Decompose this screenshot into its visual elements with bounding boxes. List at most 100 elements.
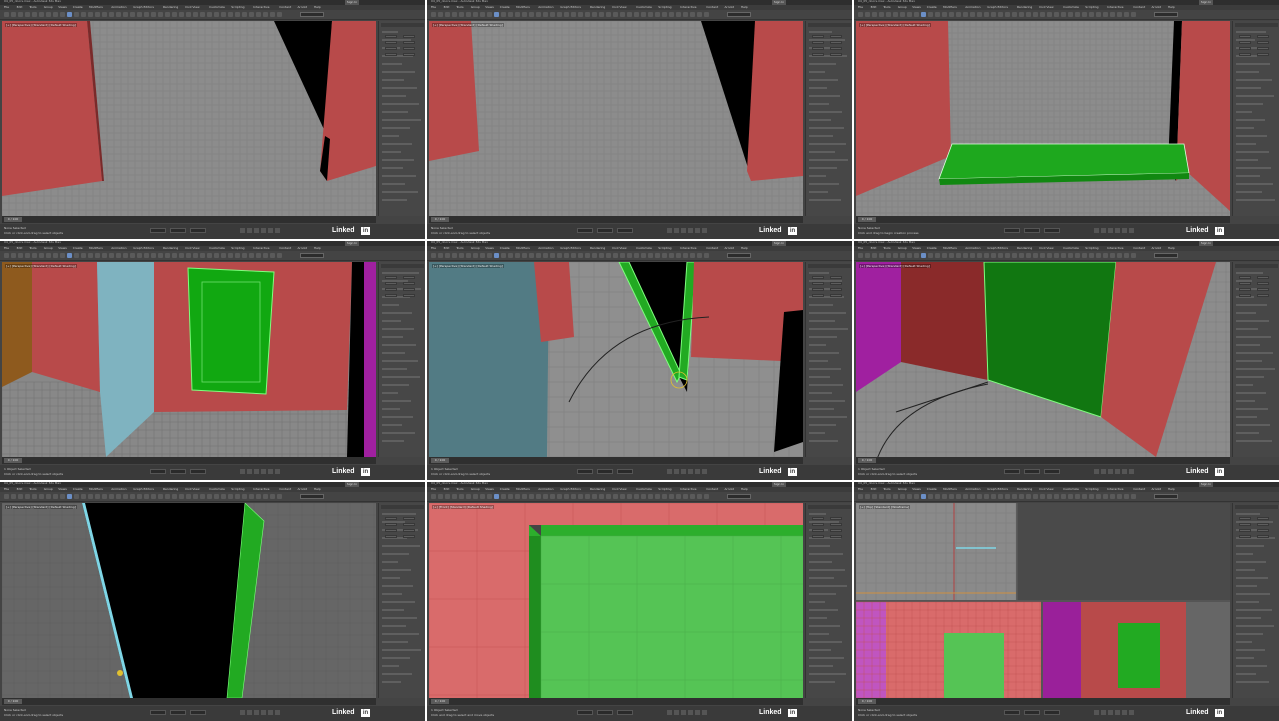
panel-object-type-button[interactable]	[385, 529, 397, 532]
time-slider[interactable]: 0 / 100	[431, 458, 449, 463]
viewport-label[interactable]: [+] [Front] [Standard] [Default Shading]	[432, 505, 495, 509]
toolbar-tool-icon[interactable]	[1117, 494, 1122, 499]
toolbar-tool-icon[interactable]	[46, 12, 51, 17]
toolbar-tool-icon[interactable]	[242, 253, 247, 258]
panel-object-type-button[interactable]	[812, 294, 824, 297]
coord-x-field[interactable]	[150, 710, 166, 715]
panel-object-type-button[interactable]	[385, 47, 397, 50]
menu-group[interactable]: Group	[471, 5, 480, 9]
toolbar-tool-icon[interactable]	[270, 12, 275, 17]
menu-arnold[interactable]: Arnold	[1152, 246, 1162, 250]
toolbar-tool-icon[interactable]	[452, 12, 457, 17]
toolbar-tool-icon[interactable]	[487, 494, 492, 499]
toolbar-tool-icon[interactable]	[32, 253, 37, 258]
viewport-scene[interactable]	[2, 21, 376, 216]
panel-object-type-button[interactable]	[812, 35, 824, 38]
playback-control-icon[interactable]	[268, 710, 273, 715]
toolbar-tool-icon[interactable]	[11, 253, 16, 258]
toolbar-tool-icon[interactable]	[249, 253, 254, 258]
panel-object-type-button[interactable]	[385, 282, 397, 285]
panel-object-type-button[interactable]	[830, 517, 842, 520]
menu-animation[interactable]: Animation	[111, 5, 126, 9]
menu-scripting[interactable]: Scripting	[231, 246, 244, 250]
menu-civil-view[interactable]: Civil View	[612, 5, 626, 9]
coord-x-field[interactable]	[1004, 710, 1020, 715]
panel-object-type-button[interactable]	[1257, 294, 1269, 297]
panel-object-type-button[interactable]	[812, 53, 824, 56]
toolbar-tool-icon[interactable]	[88, 494, 93, 499]
command-panel-tabs[interactable]	[381, 23, 424, 27]
toolbar-tool-icon[interactable]	[515, 12, 520, 17]
playback-control-icon[interactable]	[240, 469, 245, 474]
panel-object-type-button[interactable]	[830, 53, 842, 56]
playback-control-icon[interactable]	[702, 710, 707, 715]
coord-y-field[interactable]	[170, 710, 186, 715]
menu-interactive[interactable]: Interactive	[253, 5, 269, 9]
toolbar-tool-icon[interactable]	[137, 494, 142, 499]
menu-file[interactable]: File	[431, 246, 436, 250]
menu-tools[interactable]: Tools	[456, 246, 463, 250]
menu-interactive[interactable]: Interactive	[680, 487, 696, 491]
menu-content[interactable]: Content	[706, 5, 718, 9]
toolbar-tool-icon[interactable]	[487, 253, 492, 258]
playback-control-icon[interactable]	[688, 469, 693, 474]
menu-interactive[interactable]: Interactive	[680, 246, 696, 250]
panel-object-type-button[interactable]	[1239, 282, 1251, 285]
menu-arnold[interactable]: Arnold	[298, 487, 308, 491]
toolbar-tool-icon[interactable]	[690, 494, 695, 499]
menu-scripting[interactable]: Scripting	[658, 5, 671, 9]
playback-control-icon[interactable]	[1122, 228, 1127, 233]
toolbar-tool-icon[interactable]	[200, 494, 205, 499]
panel-object-type-button[interactable]	[385, 276, 397, 279]
toolbar-tool-icon[interactable]	[1131, 253, 1136, 258]
toolbar-tool-icon[interactable]	[1131, 12, 1136, 17]
coord-z-field[interactable]	[190, 469, 206, 474]
toolbar-tool-icon[interactable]	[221, 12, 226, 17]
toolbar-tool-icon[interactable]	[634, 494, 639, 499]
playback-control-icon[interactable]	[1115, 228, 1120, 233]
coord-y-field[interactable]	[170, 228, 186, 233]
toolbar-tool-icon[interactable]	[529, 12, 534, 17]
menu-graph-editors[interactable]: Graph Editors	[133, 246, 154, 250]
toolbar-tool-icon[interactable]	[158, 253, 163, 258]
toolbar-tool-icon[interactable]	[228, 494, 233, 499]
toolbar-tool-icon[interactable]	[438, 494, 443, 499]
toolbar-tool-icon[interactable]	[214, 494, 219, 499]
panel-object-type-button[interactable]	[403, 47, 415, 50]
selection-set-dropdown[interactable]	[727, 494, 751, 499]
panel-object-type-button[interactable]	[830, 529, 842, 532]
panel-object-type-button[interactable]	[1257, 53, 1269, 56]
panel-object-type-button[interactable]	[812, 529, 824, 532]
playback-control-icon[interactable]	[1122, 469, 1127, 474]
toolbar-tool-icon[interactable]	[242, 494, 247, 499]
panel-object-type-button[interactable]	[830, 276, 842, 279]
playback-control-icon[interactable]	[268, 469, 273, 474]
toolbar-tool-icon[interactable]	[151, 12, 156, 17]
toolbar-tool-icon[interactable]	[557, 253, 562, 258]
toolbar-tool-icon[interactable]	[879, 494, 884, 499]
command-panel-tabs[interactable]	[381, 264, 424, 268]
toolbar-tool-icon[interactable]	[466, 494, 471, 499]
menu-create[interactable]: Create	[927, 246, 937, 250]
toolbar-tool-icon[interactable]	[1005, 12, 1010, 17]
toolbar-tool-icon[interactable]	[1068, 253, 1073, 258]
menu-rendering[interactable]: Rendering	[163, 5, 178, 9]
menu-arnold[interactable]: Arnold	[725, 5, 735, 9]
toolbar-tool-icon[interactable]	[1089, 494, 1094, 499]
coord-z-field[interactable]	[190, 228, 206, 233]
command-panel-tabs[interactable]	[808, 264, 851, 268]
menu-help[interactable]: Help	[314, 487, 321, 491]
toolbar-tool-icon[interactable]	[116, 253, 121, 258]
selection-set-dropdown[interactable]	[1154, 253, 1178, 258]
playback-control-icon[interactable]	[1108, 469, 1113, 474]
viewport-label[interactable]: [+] [Perspective] [Standard] [Default Sh…	[432, 23, 504, 27]
toolbar-tool-icon[interactable]	[102, 253, 107, 258]
toolbar-tool-icon[interactable]	[872, 12, 877, 17]
coord-x-field[interactable]	[1004, 469, 1020, 474]
viewport-scene[interactable]	[429, 262, 803, 457]
toolbar-tool-icon[interactable]	[858, 253, 863, 258]
menu-civil-view[interactable]: Civil View	[1039, 487, 1053, 491]
toolbar-tool-icon[interactable]	[102, 12, 107, 17]
menu-tools[interactable]: Tools	[29, 5, 36, 9]
menu-content[interactable]: Content	[1133, 487, 1145, 491]
